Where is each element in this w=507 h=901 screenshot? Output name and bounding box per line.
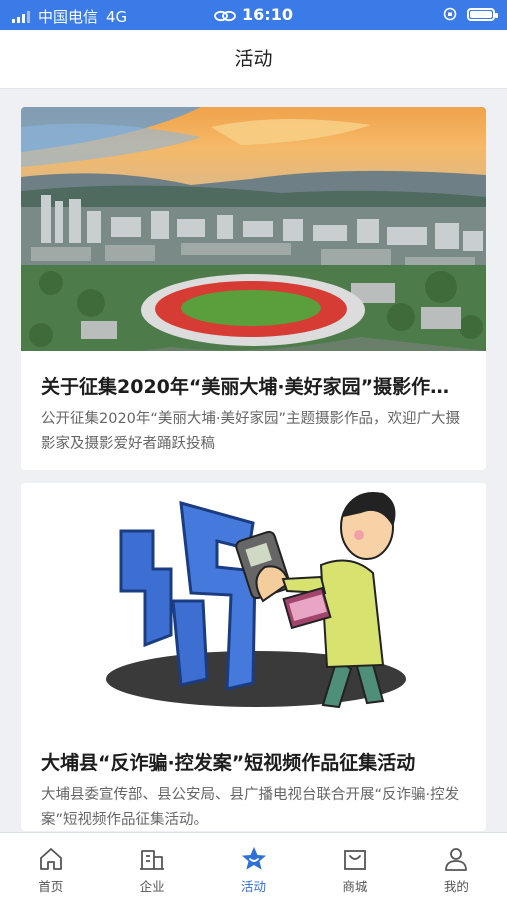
page-title: 活动 <box>234 48 273 70</box>
status-bar: 中国电信 4G 16:10 <box>0 0 507 30</box>
tab-label: 活动 <box>241 879 267 894</box>
tab-label: 首页 <box>38 879 64 894</box>
tab-activity[interactable]: 活动 <box>203 833 304 901</box>
activity-description: 大埔县委宣传部、县公安局、县广播电视台联合开展“反诈骗·控发案”短视频作品征集活… <box>41 787 460 828</box>
home-icon <box>39 848 62 870</box>
tab-mine[interactable]: 我的 <box>406 833 507 901</box>
tab-bar: 首页 企业 活动 商城 我的 <box>0 832 507 901</box>
tab-home[interactable]: 首页 <box>0 833 101 901</box>
link-icon <box>214 10 236 21</box>
orientation-lock-icon <box>443 7 457 21</box>
activity-title[interactable]: 关于征集2020年“美丽大埔·美好家园”摄影作品的通知 <box>21 372 486 399</box>
activity-card-photo-contest[interactable]: 关于征集2020年“美丽大埔·美好家园”摄影作品的通知 公开征集2020年“美丽… <box>21 107 486 470</box>
tab-label: 我的 <box>443 879 469 894</box>
status-time: 16:10 <box>242 5 293 24</box>
tab-enterprise[interactable]: 企业 <box>101 833 202 901</box>
tab-label: 企业 <box>139 879 165 894</box>
user-icon <box>445 848 468 871</box>
battery-icon <box>467 7 498 21</box>
activity-card-anti-fraud[interactable]: 大埔县“反诈骗·控发案”短视频作品征集活动 大埔县委宣传部、县公安局、县广播电视… <box>21 483 486 831</box>
star-icon <box>241 847 266 870</box>
anti-fraud-cartoon-image <box>21 483 486 727</box>
tab-shop[interactable]: 商城 <box>304 833 405 901</box>
building-icon <box>140 850 165 870</box>
shop-icon <box>344 850 366 870</box>
nav-bar: 活动 <box>0 30 507 89</box>
city-stadium-image <box>21 107 486 351</box>
activity-description: 公开征集2020年“美丽大埔·美好家园”主题摄影作品，欢迎广大摄影家及摄影爱好者… <box>41 411 461 452</box>
tab-label: 商城 <box>342 879 368 894</box>
activity-list[interactable]: 关于征集2020年“美丽大埔·美好家园”摄影作品的通知 公开征集2020年“美丽… <box>0 89 507 831</box>
activity-title[interactable]: 大埔县“反诈骗·控发案”短视频作品征集活动 <box>21 748 486 775</box>
